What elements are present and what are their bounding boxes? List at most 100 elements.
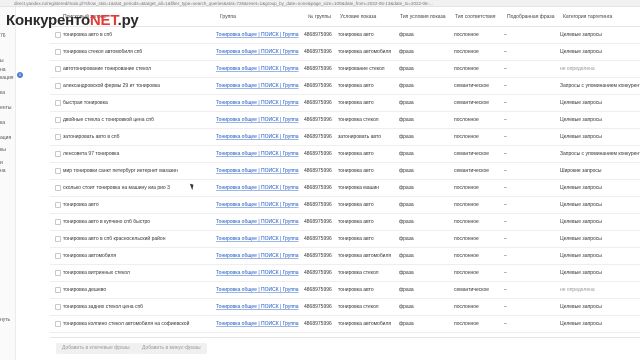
found-phrase: –: [504, 32, 507, 38]
row-checkbox[interactable]: [55, 287, 61, 293]
condition-type: фраза: [399, 219, 414, 225]
condition-text: тонировка стекол: [338, 304, 379, 310]
row-checkbox[interactable]: [55, 49, 61, 55]
col-header-found-phrase[interactable]: Подобранная фраза: [507, 14, 554, 20]
condition-type: фраза: [399, 253, 414, 259]
condition-type: фраза: [399, 134, 414, 140]
address-bar[interactable]: direct.yandex.ru/registered/main.pl?show…: [0, 0, 640, 7]
table-row: тонировка витринных стекол Тонировка обще…: [50, 265, 640, 282]
group-number: 4868975996: [304, 134, 332, 140]
group-link[interactable]: Тонировка общее | ПОИСК | Группа: [216, 117, 300, 123]
add-to-negative-keywords-button[interactable]: Добавить в минус-фразы: [136, 343, 207, 354]
condition-text: тонировка авто: [338, 219, 374, 225]
category: Целевые запросы: [560, 304, 602, 310]
row-checkbox[interactable]: [55, 236, 61, 242]
col-header-group[interactable]: Группа: [220, 14, 236, 20]
watermark-text-accent: NET: [89, 12, 118, 29]
group-link[interactable]: Тонировка общее | ПОИСК | Группа: [216, 287, 300, 293]
group-link[interactable]: Тонировка общее | ПОИСК | Группа: [216, 151, 300, 157]
group-link[interactable]: Тонировка общее | ПОИСК | Группа: [216, 168, 300, 174]
nav-item-3[interactable]: кация: [0, 75, 13, 81]
nav-item-8[interactable]: кы: [0, 147, 6, 153]
group-link[interactable]: Тонировка общее | ПОИСК | Группа: [216, 270, 300, 276]
match-type: семантическое: [454, 287, 490, 293]
match-type: послонное: [454, 236, 479, 242]
group-link[interactable]: Тонировка общее | ПОИСК | Группа: [216, 32, 300, 38]
row-checkbox[interactable]: [55, 117, 61, 123]
row-checkbox[interactable]: [55, 151, 61, 157]
group-link[interactable]: Тонировка общее | ПОИСК | Группа: [216, 66, 300, 72]
match-type: послонное: [454, 66, 479, 72]
nav-item-11[interactable]: нуть: [0, 317, 10, 323]
query-text: быстрая тонировка: [63, 100, 108, 106]
col-header-match-type[interactable]: Тип соответствия: [455, 14, 495, 20]
group-link[interactable]: Тонировка общее | ПОИСК | Группа: [216, 185, 300, 191]
col-header-group-number[interactable]: № группы: [308, 14, 331, 20]
row-checkbox[interactable]: [55, 83, 61, 89]
col-header-condition-type[interactable]: Тип условия показа: [400, 14, 446, 20]
nav-item-5[interactable]: енты: [0, 105, 11, 111]
row-checkbox[interactable]: [55, 32, 61, 38]
query-text: двойные стекла с тонировкой цена спб: [63, 117, 154, 123]
row-checkbox[interactable]: [55, 321, 61, 327]
group-link[interactable]: Тонировка общее | ПОИСК | Группа: [216, 253, 300, 259]
condition-type: фраза: [399, 117, 414, 123]
row-checkbox[interactable]: [55, 185, 61, 191]
found-phrase: –: [504, 236, 507, 242]
group-link[interactable]: Тонировка общее | ПОИСК | Группа: [216, 219, 300, 225]
nav-item-0[interactable]: 76: [0, 33, 6, 39]
group-link[interactable]: Тонировка общее | ПОИСК | Группа: [216, 202, 300, 208]
group-link[interactable]: Тонировка общее | ПОИСК | Группа: [216, 134, 300, 140]
nav-item-6[interactable]: ка: [0, 120, 5, 126]
row-checkbox[interactable]: [55, 66, 61, 72]
group-number: 4868975996: [304, 32, 332, 38]
group-link[interactable]: Тонировка общее | ПОИСК | Группа: [216, 83, 300, 89]
row-checkbox[interactable]: [55, 168, 61, 174]
nav-notification-badge: 0: [17, 72, 23, 78]
match-type: послонное: [454, 270, 479, 276]
match-type: послонное: [454, 219, 479, 225]
nav-item-7[interactable]: ация: [0, 135, 11, 141]
row-checkbox[interactable]: [55, 270, 61, 276]
found-phrase: –: [504, 134, 507, 140]
match-type: послонное: [454, 321, 479, 327]
group-link[interactable]: Тонировка общее | ПОИСК | Группа: [216, 49, 300, 55]
row-checkbox[interactable]: [55, 134, 61, 140]
col-header-category[interactable]: Категория таргетинга: [563, 14, 612, 20]
nav-item-4[interactable]: ка: [0, 90, 5, 96]
group-number: 4868975996: [304, 253, 332, 259]
category: Запросы с упоминанием конкурентов: [560, 83, 640, 89]
group-link[interactable]: Тонировка общее | ПОИСК | Группа: [216, 236, 300, 242]
group-link[interactable]: Тонировка общее | ПОИСК | Группа: [216, 304, 300, 310]
bottom-action-bar: Добавить в ключевые фразы Добавить в мин…: [50, 337, 640, 360]
group-link[interactable]: Тонировка общее | ПОИСК | Группа: [216, 321, 300, 327]
nav-item-9[interactable]: и: [0, 160, 3, 166]
condition-type: фраза: [399, 270, 414, 276]
found-phrase: –: [504, 185, 507, 191]
table-row: тонировка задних стекол цена спб Тонировк…: [50, 299, 640, 316]
nav-item-2[interactable]: на: [0, 67, 6, 73]
row-checkbox[interactable]: [55, 253, 61, 259]
row-checkbox[interactable]: [55, 304, 61, 310]
table-row: александровской фермы 29 ит тонировка Тон…: [50, 78, 640, 95]
col-header-condition[interactable]: Условие показа: [340, 14, 376, 20]
match-type: семантическое: [454, 100, 490, 106]
group-number: 4868975996: [304, 219, 332, 225]
group-link[interactable]: Тонировка общее | ПОИСК | Группа: [216, 100, 300, 106]
category: Целевые запросы: [560, 117, 602, 123]
group-number: 4868975996: [304, 100, 332, 106]
row-checkbox[interactable]: [55, 219, 61, 225]
add-to-keywords-button[interactable]: Добавить в ключевые фразы: [56, 343, 136, 354]
group-number: 4868975996: [304, 287, 332, 293]
query-text: автотонирование тонирование стекол: [63, 66, 152, 72]
match-type: семантическое: [454, 151, 490, 157]
nav-item-10[interactable]: на: [0, 168, 6, 174]
match-type: послонное: [454, 49, 479, 55]
group-number: 4868975996: [304, 270, 332, 276]
query-text: тонировка задних стекол цена спб: [63, 304, 144, 310]
row-checkbox[interactable]: [55, 100, 61, 106]
nav-item-1[interactable]: ы: [0, 58, 4, 64]
row-checkbox[interactable]: [55, 202, 61, 208]
condition-type: фраза: [399, 202, 414, 208]
table-row: тонировка авто в спб красносельский райо…: [50, 231, 640, 248]
